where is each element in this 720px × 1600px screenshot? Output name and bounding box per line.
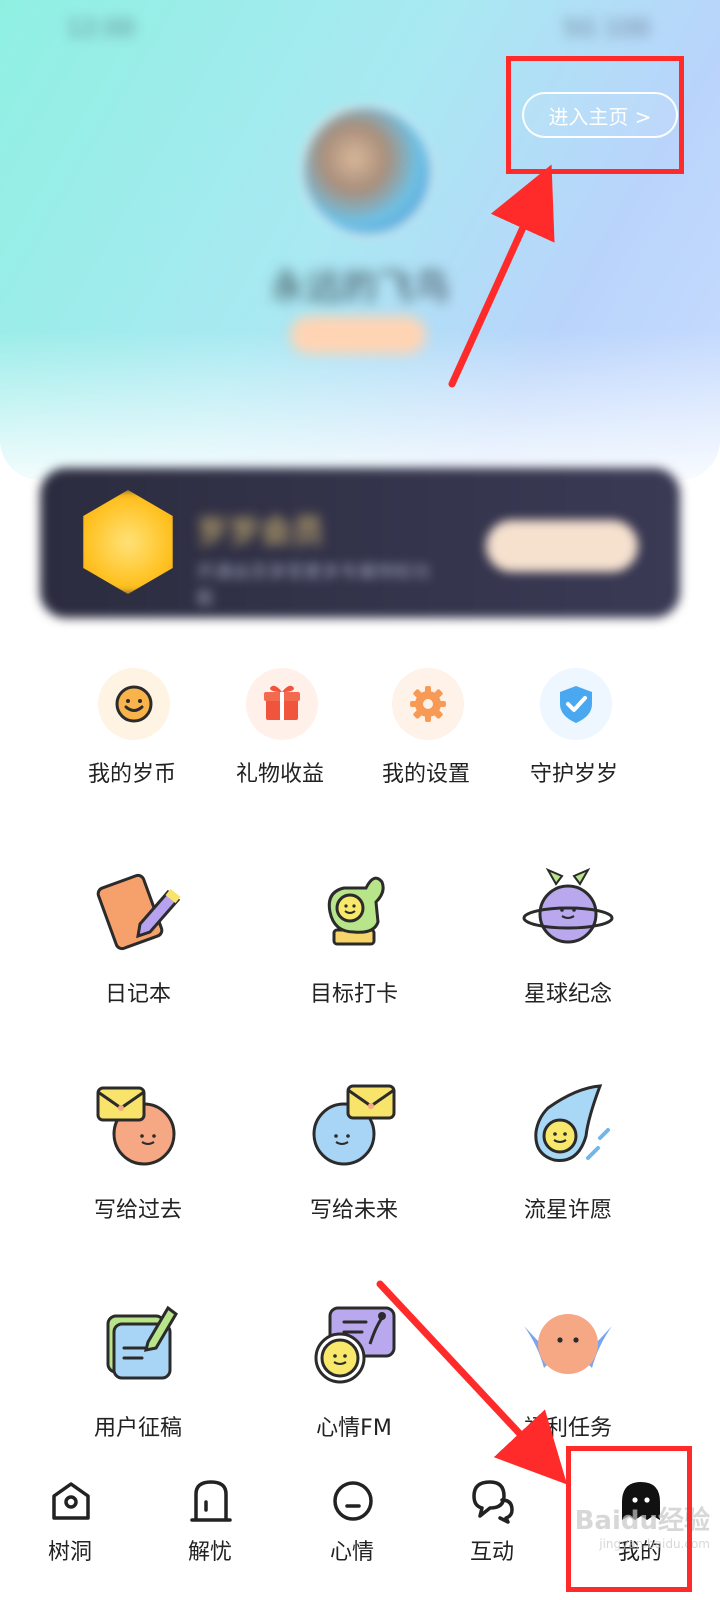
feature-meteor-wish[interactable]: 流星许愿 bbox=[468, 1078, 668, 1238]
avatar[interactable] bbox=[300, 104, 434, 238]
reward-task-icon bbox=[518, 1296, 618, 1396]
feature-diary[interactable]: 日记本 bbox=[38, 862, 238, 1022]
quick-item-settings[interactable]: 我的设置 bbox=[356, 668, 496, 788]
feature-label: 目标打卡 bbox=[309, 982, 398, 1007]
letter-past-icon bbox=[88, 1078, 188, 1178]
vip-title: 岁岁会员 bbox=[196, 512, 325, 550]
shield-check-icon bbox=[540, 668, 612, 740]
meteor-wish-icon bbox=[518, 1078, 618, 1178]
feature-submission[interactable]: 用户征稿 bbox=[38, 1296, 238, 1456]
planet-icon bbox=[518, 862, 618, 962]
feature-label: 写给未来 bbox=[309, 1198, 398, 1223]
vip-open-button[interactable] bbox=[486, 520, 638, 572]
nickname: 永远的飞鸟 bbox=[269, 267, 450, 308]
vip-subtitle: 开通会员享受更多专属特权功能 bbox=[196, 562, 430, 609]
feature-label: 流星许愿 bbox=[523, 1198, 612, 1223]
nav-mood[interactable]: 心情 bbox=[302, 1478, 402, 1588]
nav-label: 树洞 bbox=[47, 1540, 92, 1565]
chat-bubbles-icon bbox=[470, 1478, 516, 1524]
nav-label: 互动 bbox=[469, 1540, 514, 1565]
status-bar: 12:00 5G 100 bbox=[0, 0, 720, 56]
tree-hole-icon bbox=[48, 1478, 94, 1524]
profile-page: 12:00 5G 100 进入主页 > 永远的飞鸟 岁岁会员 开通会员享受更多专… bbox=[0, 0, 720, 1600]
quick-item-gifts[interactable]: 礼物收益 bbox=[210, 668, 350, 788]
letter-future-icon bbox=[304, 1078, 404, 1178]
smiley-coin-icon bbox=[98, 668, 170, 740]
feature-label: 写给过去 bbox=[93, 1198, 182, 1223]
feature-letter-past[interactable]: 写给过去 bbox=[38, 1078, 238, 1238]
quick-label: 守护岁岁 bbox=[529, 762, 618, 787]
gift-icon bbox=[246, 668, 318, 740]
feature-reward-task[interactable]: 福利任务 bbox=[468, 1296, 668, 1456]
feature-goal-checkin[interactable]: 目标打卡 bbox=[254, 862, 454, 1022]
feature-label: 星球纪念 bbox=[523, 982, 612, 1007]
quick-label: 我的设置 bbox=[381, 762, 470, 787]
quick-item-guardian[interactable]: 守护岁岁 bbox=[504, 668, 644, 788]
nav-label: 心情 bbox=[329, 1540, 374, 1565]
annotation-box-mine-tab bbox=[566, 1446, 692, 1592]
feature-label: 日记本 bbox=[104, 982, 171, 1007]
annotation-box-enter-home bbox=[506, 56, 684, 174]
quick-item-coins[interactable]: 我的岁币 bbox=[62, 668, 202, 788]
nav-interact[interactable]: 互动 bbox=[442, 1478, 542, 1588]
gear-icon bbox=[392, 668, 464, 740]
quick-label: 礼物收益 bbox=[235, 762, 324, 787]
nav-label: 解忧 bbox=[187, 1540, 232, 1565]
status-time: 12:00 bbox=[66, 14, 136, 42]
mood-face-icon bbox=[330, 1478, 376, 1524]
feature-label: 福利任务 bbox=[523, 1416, 612, 1441]
goal-checkin-icon bbox=[304, 862, 404, 962]
diary-icon bbox=[88, 862, 188, 962]
feature-label: 用户征稿 bbox=[93, 1416, 182, 1441]
level-badge[interactable] bbox=[290, 316, 426, 354]
nav-tree-hole[interactable]: 树洞 bbox=[20, 1478, 120, 1588]
feature-letter-future[interactable]: 写给未来 bbox=[254, 1078, 454, 1238]
door-icon bbox=[188, 1478, 234, 1524]
feature-label: 心情FM bbox=[316, 1416, 392, 1441]
submission-icon bbox=[88, 1296, 188, 1396]
radio-fm-icon bbox=[304, 1296, 404, 1396]
nav-relief[interactable]: 解忧 bbox=[160, 1478, 260, 1588]
status-indicators: 5G 100 bbox=[562, 14, 650, 42]
quick-label: 我的岁币 bbox=[87, 762, 176, 787]
feature-planet[interactable]: 星球纪念 bbox=[468, 862, 668, 1022]
feature-mood-fm[interactable]: 心情FM bbox=[254, 1296, 454, 1456]
